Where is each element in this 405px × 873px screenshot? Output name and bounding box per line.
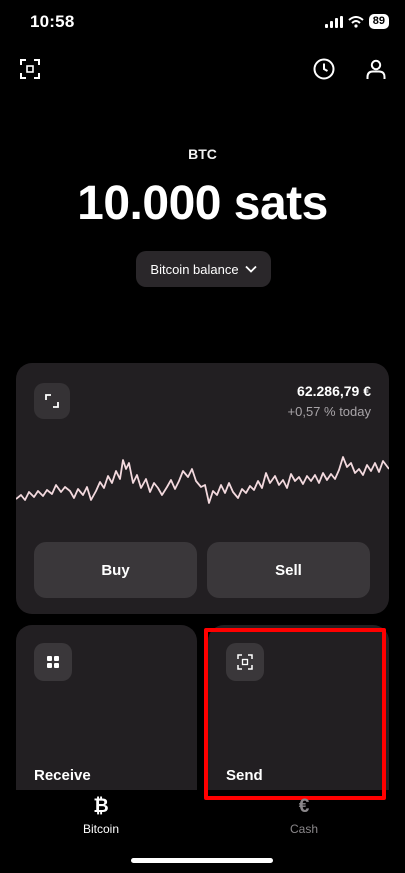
balance-selector[interactable]: Bitcoin balance (136, 251, 271, 287)
price-chart (16, 456, 389, 504)
profile-button[interactable] (362, 55, 390, 83)
qr-grid-icon (47, 656, 59, 668)
scan-icon (20, 59, 40, 79)
euro-icon: € (298, 796, 310, 817)
price-change: +0,57 % today (287, 404, 371, 419)
tab-cash-label: Cash (289, 822, 318, 836)
receive-tile[interactable]: Receive (16, 625, 197, 790)
home-indicator[interactable] (131, 858, 273, 863)
history-icon (313, 58, 335, 80)
buy-button[interactable]: Buy (34, 542, 197, 598)
price-chart-card: 62.286,79 € +0,57 % today Buy Sell (16, 363, 389, 614)
btc-price: 62.286,79 € (297, 383, 371, 399)
send-label: Send (226, 767, 263, 784)
tab-cash[interactable]: € Cash (264, 796, 344, 836)
bitcoin-icon: ₿ (93, 796, 109, 817)
price-line (16, 456, 389, 504)
currency-code: BTC (188, 146, 217, 162)
scan-button[interactable] (16, 55, 44, 83)
cellular-signal-icon (324, 15, 343, 28)
receive-label: Receive (34, 767, 91, 784)
send-tile[interactable]: Send (208, 625, 389, 790)
expand-icon (45, 394, 59, 408)
sell-button[interactable]: Sell (207, 542, 370, 598)
profile-icon (366, 59, 386, 79)
status-time: 10:58 (30, 12, 75, 31)
tab-bitcoin-label: Bitcoin (82, 822, 120, 836)
expand-chart-button[interactable] (34, 383, 70, 419)
history-button[interactable] (310, 55, 338, 83)
tab-bitcoin[interactable]: ₿ Bitcoin (61, 796, 141, 836)
send-icon-box (226, 643, 264, 681)
wifi-icon (348, 15, 364, 28)
battery-indicator: 89 (368, 14, 389, 29)
status-bar: 10:58 89 (0, 0, 405, 44)
status-icons: 89 (324, 14, 389, 29)
chevron-down-icon (244, 265, 257, 273)
receive-icon-box (34, 643, 72, 681)
scan-qr-icon (237, 654, 253, 670)
balance-amount: 10.000 sats (77, 177, 328, 230)
balance-selector-label: Bitcoin balance (150, 261, 239, 277)
